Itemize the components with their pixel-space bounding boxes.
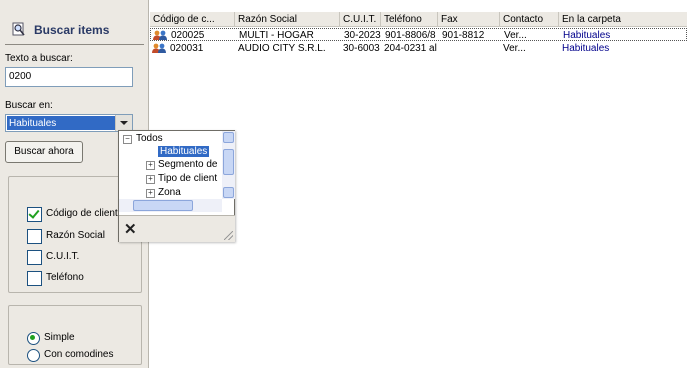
table-row[interactable]: 020025 MULTI - HOGAR 30-2023 901-8806/8 …: [150, 28, 687, 41]
mode-radio-simple[interactable]: [27, 332, 40, 345]
tree-node-root[interactable]: Todos: [136, 133, 163, 144]
close-icon[interactable]: ✕: [124, 220, 137, 238]
field-checkbox-name[interactable]: [27, 229, 42, 244]
mode-label-wildcards: Con comodines: [44, 349, 114, 360]
col-header-fax[interactable]: Fax: [438, 12, 500, 27]
tree-node-tipo[interactable]: Tipo de client: [158, 173, 217, 184]
grid-header: Código de c... Razón Social C.U.I.T. Tel…: [150, 12, 687, 27]
col-header-phone[interactable]: Teléfono: [381, 12, 438, 27]
scroll-thumb[interactable]: [133, 200, 193, 211]
col-header-folder[interactable]: En la carpeta: [559, 12, 687, 27]
horizontal-scrollbar[interactable]: [119, 199, 222, 212]
search-now-button[interactable]: Buscar ahora: [5, 141, 83, 163]
customer-icon: [153, 30, 167, 40]
scroll-thumb[interactable]: [223, 149, 234, 175]
mode-radio-wildcards[interactable]: [27, 349, 40, 362]
field-checkbox-phone[interactable]: [27, 271, 42, 286]
folder-dropdown-value: Habituales: [7, 116, 115, 130]
search-text-label: Texto a buscar:: [5, 53, 73, 64]
search-input[interactable]: 0200: [5, 67, 133, 87]
scroll-up-icon[interactable]: [223, 132, 234, 143]
expand-icon[interactable]: +: [146, 189, 155, 198]
cell-phone: 204-0231 al: [384, 43, 437, 54]
folder-tree-popup: − Todos Habituales + Segmento de + Tipo …: [118, 130, 235, 242]
tree-node-habituales[interactable]: Habituales: [158, 146, 210, 157]
field-label-name: Razón Social: [46, 230, 105, 241]
col-header-contact[interactable]: Contacto: [500, 12, 559, 27]
col-header-cuit[interactable]: C.U.I.T.: [340, 12, 381, 27]
expand-icon[interactable]: +: [146, 161, 155, 170]
tree-node-segmento[interactable]: Segmento de: [158, 159, 218, 170]
cell-cuit: 30-2023: [344, 30, 381, 41]
collapse-icon[interactable]: −: [123, 135, 132, 144]
divider: [5, 44, 144, 45]
expand-icon[interactable]: +: [146, 175, 155, 184]
cell-folder[interactable]: Habituales: [560, 29, 687, 42]
cell-fax: [438, 42, 500, 55]
cell-name: AUDIO CITY S.R.L.: [238, 43, 326, 54]
field-checkbox-code[interactable]: [27, 207, 42, 222]
tree-node-zona[interactable]: Zona: [158, 187, 181, 198]
cell-cuit: 30-6003: [343, 43, 380, 54]
mode-label-simple: Simple: [44, 332, 75, 343]
folder-tree: − Todos Habituales + Segmento de + Tipo …: [119, 131, 222, 199]
scroll-down-icon[interactable]: [223, 187, 234, 198]
search-in-label: Buscar en:: [5, 100, 53, 111]
popup-footer: ✕: [119, 215, 235, 242]
cell-phone: 901-8806/8: [385, 30, 436, 41]
field-label-cuit: C.U.I.T.: [46, 251, 80, 262]
col-header-name[interactable]: Razón Social: [235, 12, 340, 27]
panel-title: Buscar items: [34, 23, 110, 37]
customer-icon: [152, 43, 166, 53]
panel-header: Buscar items: [12, 20, 142, 40]
field-label-code: Código de client: [46, 208, 118, 219]
search-items-icon: [12, 22, 25, 36]
folder-dropdown[interactable]: Habituales: [5, 114, 133, 132]
field-checkbox-cuit[interactable]: [27, 250, 42, 265]
cell-fax: 901-8812: [442, 30, 485, 41]
cell-code: 020025: [171, 30, 205, 41]
cell-name: MULTI - HOGAR: [239, 30, 314, 41]
cell-contact[interactable]: Ver...: [500, 42, 559, 55]
cell-contact[interactable]: Ver...: [501, 29, 560, 42]
cell-folder[interactable]: Habituales: [559, 42, 687, 55]
vertical-scrollbar[interactable]: [222, 131, 235, 199]
search-mode-group: Simple Con comodines: [8, 305, 142, 365]
chevron-down-icon[interactable]: [115, 115, 132, 131]
col-header-code[interactable]: Código de c...: [150, 12, 235, 27]
cell-code: 020031: [170, 43, 204, 54]
table-row[interactable]: 020031 AUDIO CITY S.R.L. 30-6003 204-023…: [150, 42, 687, 55]
field-label-phone: Teléfono: [46, 272, 84, 283]
resize-grip-icon[interactable]: [224, 231, 233, 240]
